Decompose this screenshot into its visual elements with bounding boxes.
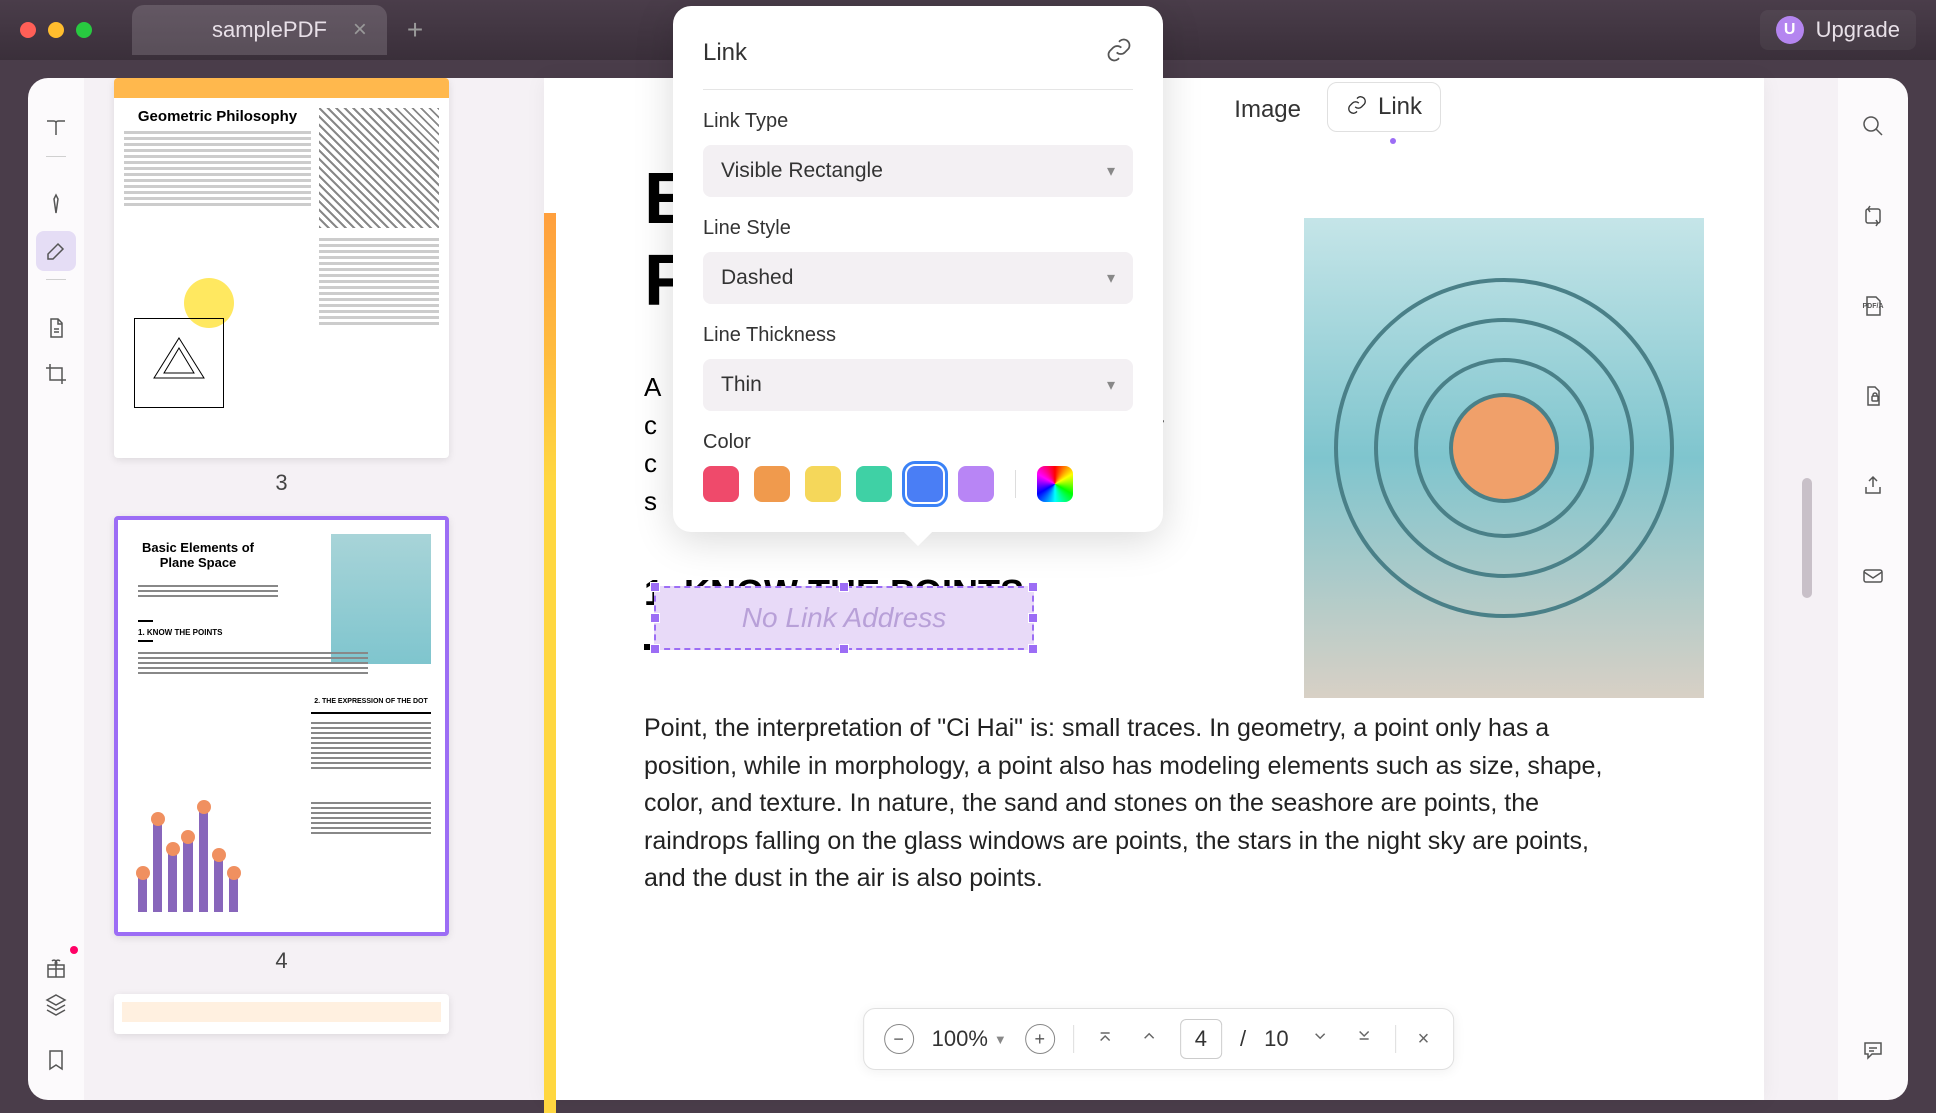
- lock-button[interactable]: [1853, 376, 1893, 416]
- link-properties-popup: Link Link Type Visible Rectangle Line St…: [673, 6, 1163, 532]
- resize-handle[interactable]: [1028, 582, 1038, 592]
- thumbnail-page-5[interactable]: [114, 994, 449, 1034]
- edit-tool[interactable]: [36, 231, 76, 271]
- color-swatch-purple[interactable]: [958, 466, 994, 502]
- total-pages: 10: [1264, 1026, 1288, 1052]
- zoom-in-button[interactable]: +: [1025, 1024, 1055, 1054]
- resize-handle[interactable]: [1028, 613, 1038, 623]
- search-button[interactable]: [1853, 106, 1893, 146]
- page-accent-bar: [544, 213, 556, 1113]
- thumb-section: 2. THE EXPRESSION OF THE DOT: [311, 698, 431, 705]
- thumb-page-number: 3: [114, 470, 449, 496]
- share-button[interactable]: [1853, 466, 1893, 506]
- link-annotation[interactable]: No Link Address: [654, 586, 1034, 650]
- toolbar-image-button[interactable]: Image: [1234, 96, 1301, 124]
- color-picker-button[interactable]: [1037, 466, 1073, 502]
- link-icon: [1346, 94, 1368, 121]
- body-text: Point, the interpretation of "Ci Hai" is…: [644, 710, 1604, 898]
- left-tool-strip: [28, 78, 84, 1100]
- upgrade-label: Upgrade: [1816, 17, 1900, 43]
- window-minimize-button[interactable]: [48, 22, 64, 38]
- thumb-section: 1. KNOW THE POINTS: [138, 628, 222, 637]
- zoom-level[interactable]: 100% ▼: [932, 1026, 1007, 1052]
- thumb-title: Geometric Philosophy: [124, 108, 311, 125]
- page-tool[interactable]: [36, 308, 76, 348]
- link-active-indicator: [1390, 138, 1396, 144]
- highlighter-tool[interactable]: [36, 185, 76, 225]
- pdfa-button[interactable]: PDF/A: [1853, 286, 1893, 326]
- thumbnail-page-4[interactable]: Basic Elements of Plane Space 1. KNOW TH…: [114, 516, 449, 974]
- upgrade-button[interactable]: U Upgrade: [1760, 10, 1916, 50]
- resize-handle[interactable]: [650, 644, 660, 654]
- window-controls: [20, 22, 92, 38]
- rotate-button[interactable]: [1853, 196, 1893, 236]
- link-type-label: Link Type: [703, 110, 1133, 133]
- color-swatch-red[interactable]: [703, 466, 739, 502]
- thumb-page-number: 4: [114, 948, 449, 974]
- resize-handle[interactable]: [1028, 644, 1038, 654]
- new-tab-button[interactable]: +: [407, 14, 423, 46]
- user-avatar: U: [1776, 16, 1804, 44]
- thumbnails-panel: Geometric Philosophy 3 Basic Elements of…: [84, 78, 479, 1100]
- document-image: [1304, 218, 1704, 698]
- resize-handle[interactable]: [839, 582, 849, 592]
- color-swatch-orange[interactable]: [754, 466, 790, 502]
- line-style-label: Line Style: [703, 217, 1133, 240]
- color-swatches: [703, 466, 1133, 502]
- resize-handle[interactable]: [650, 582, 660, 592]
- tab-title: samplePDF: [212, 17, 327, 43]
- link-type-select[interactable]: Visible Rectangle: [703, 145, 1133, 197]
- resize-handle[interactable]: [839, 644, 849, 654]
- layers-tool[interactable]: [36, 984, 76, 1024]
- right-tool-strip: PDF/A: [1838, 78, 1908, 1100]
- color-swatch-blue[interactable]: [907, 466, 943, 502]
- color-swatch-green[interactable]: [856, 466, 892, 502]
- color-label: Color: [703, 431, 1133, 454]
- page-input[interactable]: 4: [1180, 1019, 1222, 1059]
- color-swatch-yellow[interactable]: [805, 466, 841, 502]
- line-thickness-label: Line Thickness: [703, 324, 1133, 347]
- crop-tool[interactable]: [36, 354, 76, 394]
- popup-title: Link: [703, 39, 747, 67]
- bookmark-tool[interactable]: [36, 1040, 76, 1080]
- close-tab-button[interactable]: ×: [353, 16, 367, 44]
- document-tab[interactable]: samplePDF ×: [132, 5, 387, 55]
- pager-bar: − 100% ▼ + 4 / 10: [863, 1008, 1455, 1070]
- link-placeholder-text: No Link Address: [742, 602, 946, 634]
- line-thickness-select[interactable]: Thin: [703, 359, 1133, 411]
- link-icon: [1105, 36, 1133, 69]
- prev-page-button[interactable]: [1136, 1027, 1162, 1051]
- comment-button[interactable]: [1853, 1030, 1893, 1070]
- thumb-title: Basic Elements of Plane Space: [138, 540, 258, 570]
- close-pager-button[interactable]: ×: [1414, 1028, 1434, 1051]
- reader-tool[interactable]: [36, 108, 76, 148]
- resize-handle[interactable]: [650, 613, 660, 623]
- first-page-button[interactable]: [1092, 1027, 1118, 1051]
- zoom-out-button[interactable]: −: [884, 1024, 914, 1054]
- canvas-scrollbar[interactable]: [1802, 478, 1812, 598]
- page-separator: /: [1240, 1026, 1246, 1052]
- window-maximize-button[interactable]: [76, 22, 92, 38]
- next-page-button[interactable]: [1307, 1027, 1333, 1051]
- thumbnail-page-3[interactable]: Geometric Philosophy 3: [114, 78, 449, 496]
- toolbar-link-button[interactable]: Link: [1327, 82, 1441, 132]
- line-style-select[interactable]: Dashed: [703, 252, 1133, 304]
- last-page-button[interactable]: [1351, 1027, 1377, 1051]
- mail-button[interactable]: [1853, 556, 1893, 596]
- window-close-button[interactable]: [20, 22, 36, 38]
- gift-tool[interactable]: [36, 948, 76, 988]
